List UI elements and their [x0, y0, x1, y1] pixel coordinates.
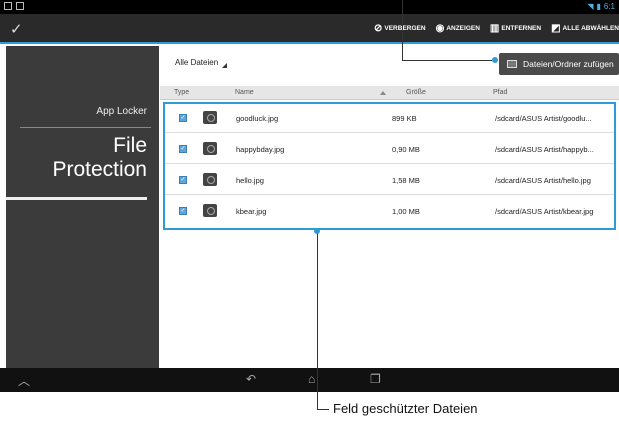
- done-check-icon[interactable]: ✓: [10, 20, 23, 38]
- gallery-notification-icon: [4, 2, 12, 10]
- page-title-line-2: Protection: [52, 158, 147, 181]
- sort-ascending-icon: [380, 91, 386, 95]
- battery-icon: ▮: [596, 2, 601, 11]
- col-type[interactable]: Type: [174, 89, 189, 96]
- deselect-all-button[interactable]: ◩ ALLE ABWÄHLEN: [551, 23, 619, 34]
- callout-line: [317, 409, 329, 410]
- deselect-all-label: ALLE ABWÄHLEN: [562, 24, 619, 32]
- select-icon: ◩: [551, 22, 561, 34]
- file-size: 899 KB: [392, 114, 417, 123]
- image-file-icon: [203, 142, 217, 155]
- table-row[interactable]: ✓ hello.jpg 1,58 MB /sdcard/ASUS Artist/…: [165, 166, 614, 195]
- file-path: /sdcard/ASUS Artist/happyb...: [495, 145, 594, 154]
- screen: ◥ ▮ 6:1 ✓ ⊘ VERBERGEN ◉ ANZEIGEN ▥ ENTFE…: [0, 0, 619, 429]
- app-name: App Locker: [96, 106, 147, 117]
- row-checkbox[interactable]: ✓: [179, 176, 187, 184]
- collapse-icon[interactable]: ︿: [18, 372, 30, 389]
- callout-line: [402, 60, 494, 61]
- callout-dot: [492, 57, 498, 63]
- filter-label: Alle Dateien: [175, 58, 219, 67]
- file-list-panel: Alle Dateien Dateien/Ordner zufügen Type…: [160, 46, 619, 368]
- col-path[interactable]: Pfad: [493, 89, 507, 96]
- title-underline: [6, 197, 147, 200]
- file-filter-dropdown[interactable]: Alle Dateien: [175, 58, 228, 68]
- navigation-bar: ︿ ↶ ⌂ ❐: [0, 368, 619, 392]
- callout-line: [317, 231, 318, 409]
- col-size[interactable]: Größe: [406, 89, 426, 96]
- action-bar: ✓ ⊘ VERBERGEN ◉ ANZEIGEN ▥ ENTFERNEN ◩ A…: [0, 14, 619, 44]
- show-button[interactable]: ◉ ANZEIGEN: [436, 23, 480, 34]
- page-title-line-1: File: [113, 134, 147, 157]
- table-row[interactable]: ✓ happybday.jpg 0,90 MB /sdcard/ASUS Art…: [165, 135, 614, 164]
- image-file-icon: [203, 111, 217, 124]
- home-icon[interactable]: ⌂: [308, 372, 315, 386]
- file-name: goodluck.jpg: [236, 114, 279, 123]
- file-name: kbear.jpg: [236, 207, 267, 216]
- add-files-label: Dateien/Ordner zufügen: [523, 59, 614, 69]
- protected-files-table: ✓ goodluck.jpg 899 KB /sdcard/ASUS Artis…: [163, 102, 616, 230]
- file-path: /sdcard/ASUS Artist/kbear.jpg: [495, 207, 594, 216]
- status-bar: ◥ ▮ 6:1: [0, 0, 619, 14]
- sidebar: App Locker File Protection: [6, 46, 159, 368]
- row-checkbox[interactable]: ✓: [179, 145, 187, 153]
- back-icon[interactable]: ↶: [246, 372, 256, 386]
- folder-add-icon: [507, 60, 517, 68]
- table-row[interactable]: ✓ goodluck.jpg 899 KB /sdcard/ASUS Artis…: [165, 104, 614, 133]
- file-size: 1,58 MB: [392, 176, 420, 185]
- remove-label: ENTFERNEN: [501, 24, 542, 32]
- divider: [20, 127, 151, 128]
- file-path: /sdcard/ASUS Artist/hello.jpg: [495, 176, 591, 185]
- table-header: Type Name Größe Pfad: [160, 86, 619, 100]
- callout-line: [402, 0, 403, 61]
- hide-label: VERBERGEN: [384, 24, 426, 32]
- clock: 6:1: [603, 2, 615, 11]
- row-checkbox[interactable]: ✓: [179, 114, 187, 122]
- file-name: hello.jpg: [236, 176, 264, 185]
- file-size: 1,00 MB: [392, 207, 420, 216]
- col-name[interactable]: Name: [235, 89, 254, 96]
- recent-apps-icon[interactable]: ❐: [370, 372, 381, 386]
- eye-icon: ◉: [435, 22, 445, 34]
- image-file-icon: [203, 173, 217, 186]
- hide-button[interactable]: ⊘ VERBERGEN: [374, 23, 426, 34]
- row-checkbox[interactable]: ✓: [179, 207, 187, 215]
- wifi-icon: ◥: [587, 2, 594, 11]
- show-label: ANZEIGEN: [446, 24, 480, 32]
- image-file-icon: [203, 204, 217, 217]
- add-files-button[interactable]: Dateien/Ordner zufügen: [499, 53, 619, 75]
- remove-button[interactable]: ▥ ENTFERNEN: [490, 23, 541, 34]
- file-size: 0,90 MB: [392, 145, 420, 154]
- file-path: /sdcard/ASUS Artist/goodlu...: [495, 114, 592, 123]
- callout-dot: [314, 228, 320, 234]
- page-title: File Protection: [52, 134, 147, 182]
- trash-icon: ▥: [489, 22, 500, 34]
- callout-caption: Feld geschützter Dateien: [333, 401, 478, 416]
- eye-slash-icon: ⊘: [374, 22, 383, 34]
- file-name: happybday.jpg: [236, 145, 285, 154]
- table-row[interactable]: ✓ kbear.jpg 1,00 MB /sdcard/ASUS Artist/…: [165, 197, 614, 226]
- file-notification-icon: [16, 2, 24, 10]
- dropdown-corner-icon: [222, 63, 228, 68]
